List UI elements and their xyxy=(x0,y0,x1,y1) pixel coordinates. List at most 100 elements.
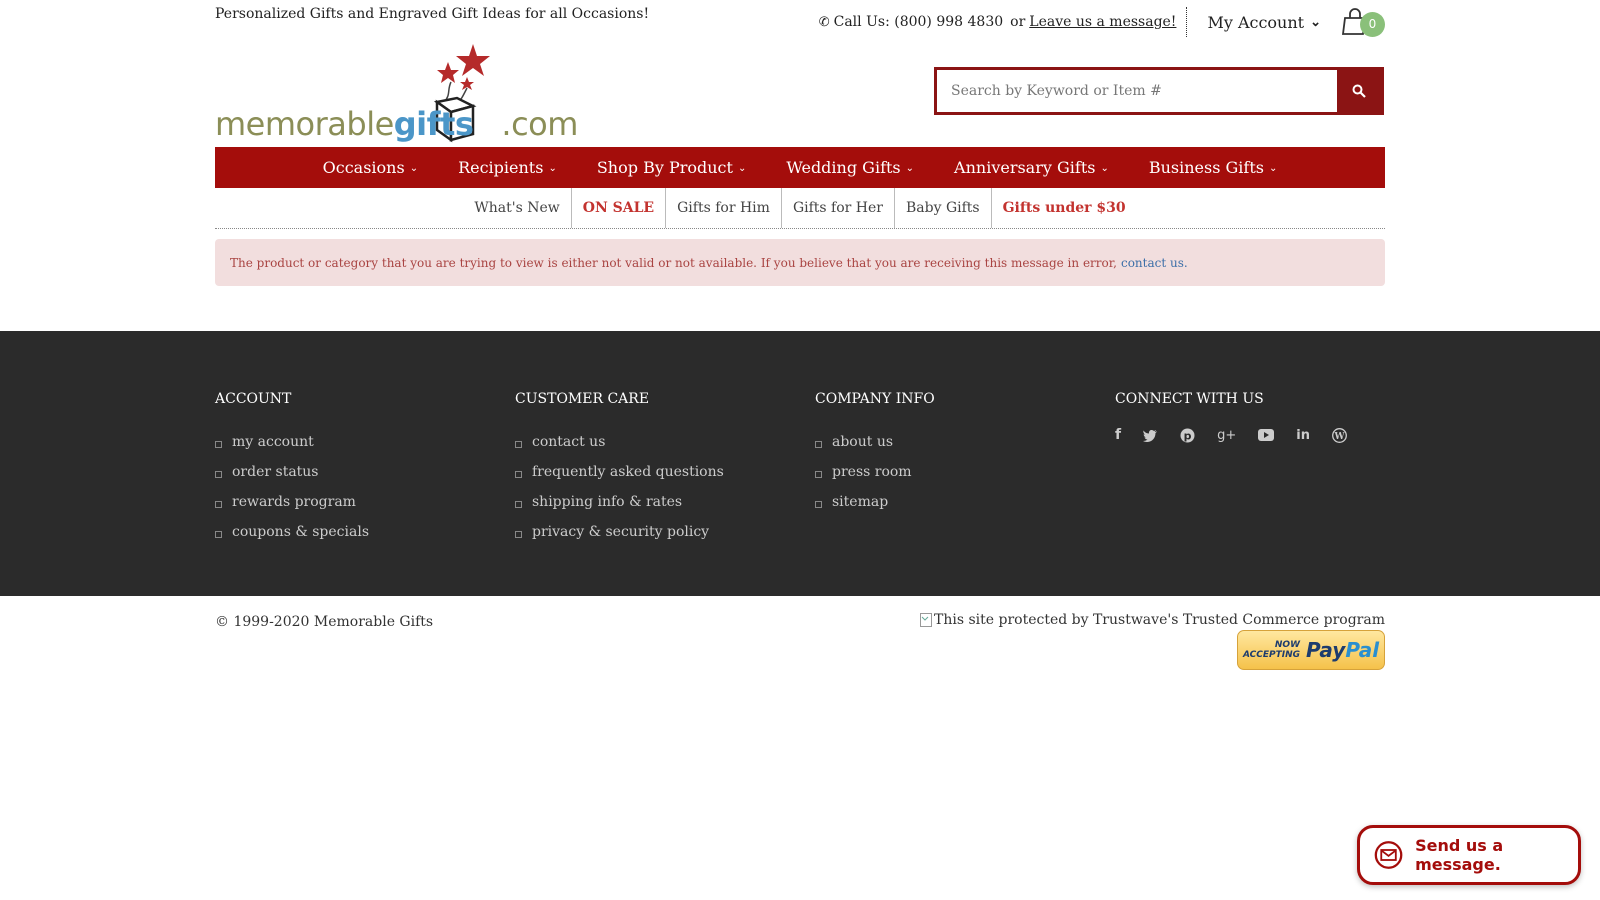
chevron-down-icon: ⌄ xyxy=(1100,163,1109,174)
footer-link-label: shipping info & rates xyxy=(532,494,683,510)
send-message-widget[interactable]: Send us a message. xyxy=(1357,825,1581,885)
my-account-menu[interactable]: My Account ⌄ xyxy=(1207,13,1321,32)
footer-link-label: about us xyxy=(832,434,894,450)
footer-heading: ACCOUNT xyxy=(215,391,292,407)
pinterest-icon[interactable]: p xyxy=(1180,428,1195,443)
google-plus-icon[interactable]: g+ xyxy=(1217,428,1236,443)
phone-contact: ✆ Call Us: (800) 998 4830 xyxy=(819,14,1003,30)
send-message-label: Send us a message. xyxy=(1415,836,1504,874)
footer-heading: COMPANY INFO xyxy=(815,391,935,407)
top-utility-bar: ✆ Call Us: (800) 998 4830 or Leave us a … xyxy=(819,4,1385,40)
footer-link-contact-us[interactable]: contact us xyxy=(515,427,724,457)
broken-image-icon xyxy=(920,613,932,627)
footer-link-about-us[interactable]: about us xyxy=(815,427,935,457)
bullet-icon xyxy=(815,470,822,478)
phone-icon: ✆ xyxy=(818,14,830,30)
bullet-icon xyxy=(215,470,222,478)
footer-link-label: contact us xyxy=(532,434,606,450)
footer-link-label: press room xyxy=(832,464,912,480)
footer-link-label: sitemap xyxy=(832,494,889,510)
svg-text:p: p xyxy=(1184,429,1192,442)
site-logo[interactable]: memorablegifts .com xyxy=(215,40,578,145)
twitter-icon[interactable] xyxy=(1143,429,1158,442)
nav-shop-by-product[interactable]: Shop By Product ⌄ xyxy=(577,158,766,177)
linkedin-icon[interactable]: in xyxy=(1296,428,1310,443)
footer-link-sitemap[interactable]: sitemap xyxy=(815,487,935,517)
footer-link-coupons[interactable]: coupons & specials xyxy=(215,517,369,547)
cart-button[interactable]: 0 xyxy=(1341,4,1385,40)
subnav-baby-gifts[interactable]: Baby Gifts xyxy=(895,188,992,228)
footer-link-label: my account xyxy=(232,434,314,450)
footer-link-label: order status xyxy=(232,464,319,480)
chevron-down-icon: ⌄ xyxy=(1310,14,1321,30)
phone-number: Call Us: (800) 998 4830 xyxy=(833,14,1004,30)
subnav-gifts-for-him[interactable]: Gifts for Him xyxy=(665,188,782,228)
footer-heading: CUSTOMER CARE xyxy=(515,391,650,407)
bullet-icon xyxy=(215,500,222,508)
search-button[interactable] xyxy=(1337,70,1381,112)
error-alert: The product or category that you are try… xyxy=(215,239,1385,286)
paypal-logo: PayPal xyxy=(1306,638,1379,662)
social-links: f p g+ in W xyxy=(1115,427,1347,443)
footer-link-order-status[interactable]: order status xyxy=(215,457,369,487)
nav-label: Occasions xyxy=(322,158,405,177)
my-account-label: My Account xyxy=(1207,12,1305,32)
youtube-icon[interactable] xyxy=(1258,429,1275,441)
chevron-down-icon: ⌄ xyxy=(1268,163,1278,174)
nav-label: Shop By Product xyxy=(596,158,733,177)
bullet-icon xyxy=(515,470,522,478)
nav-occasions[interactable]: Occasions ⌄ xyxy=(303,158,438,177)
nav-anniversary-gifts[interactable]: Anniversary Gifts ⌄ xyxy=(934,158,1129,177)
svg-text:W: W xyxy=(1333,432,1345,442)
nav-recipients[interactable]: Recipients ⌄ xyxy=(438,158,577,177)
bullet-icon xyxy=(515,440,522,448)
footer-account-column: ACCOUNT my account order status rewards … xyxy=(215,391,369,547)
footer-link-privacy[interactable]: privacy & security policy xyxy=(515,517,724,547)
paypal-now-accepting: NOW ACCEPTING xyxy=(1243,640,1300,660)
alert-contact-link[interactable]: contact us. xyxy=(1121,256,1188,270)
footer-link-my-account[interactable]: my account xyxy=(215,427,369,457)
paypal-badge: NOW ACCEPTING PayPal xyxy=(1237,630,1385,670)
nav-wedding-gifts[interactable]: Wedding Gifts ⌄ xyxy=(766,158,934,177)
footer-heading: CONNECT WITH US xyxy=(1115,391,1264,407)
search-bar xyxy=(934,67,1384,115)
search-icon xyxy=(1352,84,1366,98)
nav-business-gifts[interactable]: Business Gifts ⌄ xyxy=(1129,158,1298,177)
footer-link-rewards[interactable]: rewards program xyxy=(215,487,369,517)
subnav-whats-new[interactable]: What's New xyxy=(463,188,572,228)
chevron-down-icon: ⌄ xyxy=(905,163,915,174)
chevron-down-icon: ⌄ xyxy=(737,163,747,174)
subnav-gifts-under-30[interactable]: Gifts under $30 xyxy=(992,188,1137,228)
footer-link-shipping[interactable]: shipping info & rates xyxy=(515,487,724,517)
chevron-down-icon: ⌄ xyxy=(548,163,557,174)
envelope-icon xyxy=(1374,841,1403,869)
footer-link-press-room[interactable]: press room xyxy=(815,457,935,487)
site-footer: ACCOUNT my account order status rewards … xyxy=(0,331,1600,596)
footer-connect-column: CONNECT WITH US f p g+ in W xyxy=(1115,391,1347,443)
footer-company-info-column: COMPANY INFO about us press room sitemap xyxy=(815,391,935,517)
or-text: or xyxy=(1010,14,1026,30)
paypal-pal: Pal xyxy=(1345,638,1380,662)
leave-message-link[interactable]: Leave us a message! xyxy=(1029,14,1176,30)
paypal-now: NOW xyxy=(1274,640,1301,650)
footer-link-label: coupons & specials xyxy=(232,524,369,540)
divider xyxy=(1186,7,1188,37)
search-input[interactable] xyxy=(937,70,1337,112)
nav-label: Recipients xyxy=(458,158,544,177)
footer-link-faq[interactable]: frequently asked questions xyxy=(515,457,724,487)
copyright: © 1999-2020 Memorable Gifts xyxy=(215,614,434,630)
logo-part-memorable: memorable xyxy=(215,105,394,143)
trustwave-seal[interactable]: This site protected by Trustwave's Trust… xyxy=(920,612,1385,628)
subnav-gifts-for-her[interactable]: Gifts for Her xyxy=(782,188,895,228)
bullet-icon xyxy=(215,440,222,448)
alert-message: The product or category that you are try… xyxy=(230,255,1117,270)
logo-part-gifts: gifts xyxy=(393,105,474,143)
footer-link-label: privacy & security policy xyxy=(532,524,710,540)
subnav-on-sale[interactable]: ON SALE xyxy=(572,188,665,228)
footer-customer-care-column: CUSTOMER CARE contact us frequently aske… xyxy=(515,391,724,547)
bullet-icon xyxy=(215,530,222,538)
facebook-icon[interactable]: f xyxy=(1115,427,1121,443)
nav-label: Anniversary Gifts xyxy=(954,158,1096,177)
wordpress-icon[interactable]: W xyxy=(1332,427,1347,443)
bullet-icon xyxy=(515,500,522,508)
